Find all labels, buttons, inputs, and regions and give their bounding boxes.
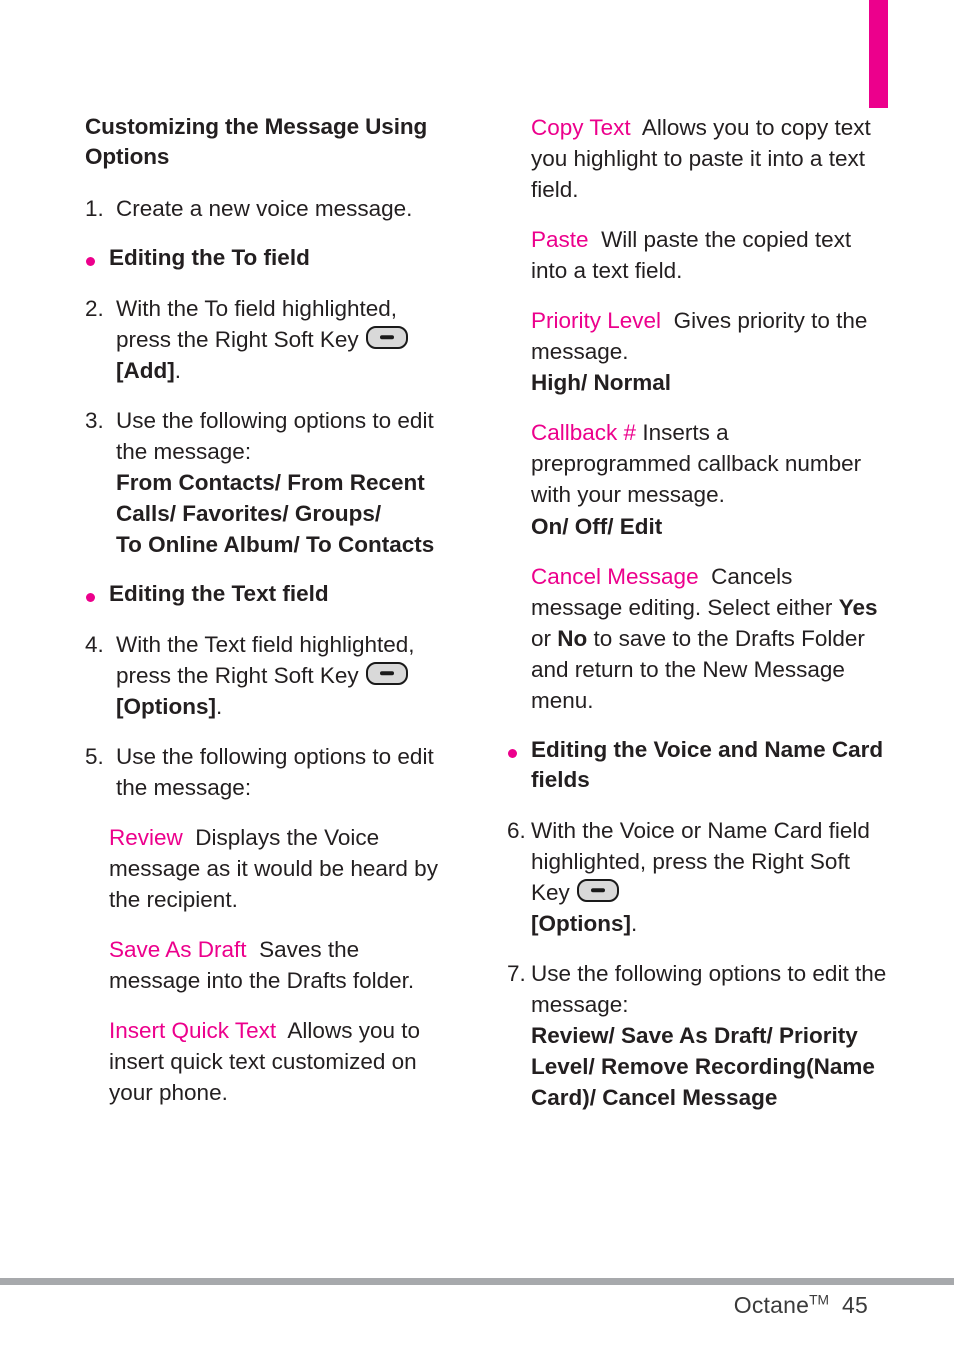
bullet-editing-to-field: Editing the To field [85,243,450,273]
option-insert-quick-text: Insert Quick Text Allows you to insert q… [85,1015,450,1108]
step-2-text: With the To field highlighted, press the… [116,295,398,352]
manual-page: Customizing the Message Using Options 1.… [0,0,954,1372]
step-6-period: . [630,910,638,936]
bullet-editing-to-field-label: Editing the To field [109,245,310,271]
product-name: Octane [733,1292,810,1318]
option-priority-level: Priority Level Gives priority to the mes… [507,305,887,398]
step-2-action-label: [Add] [116,357,175,383]
step-2-period: . [174,357,181,383]
step-3-text: Use the following options to edit the me… [116,407,434,464]
step-1-text: Create a new voice message. [116,196,413,222]
option-review-term: Review [109,824,183,850]
option-paste: Paste Will paste the copied text into a … [507,224,887,286]
right-soft-key-icon [365,661,408,685]
step-3-options-line-3: To Online Album/ To Contacts [116,532,435,558]
step-3: 3. Use the following options to edit the … [85,405,450,560]
left-column: Customizing the Message Using Options 1.… [85,112,450,1127]
page-number: 45 [842,1292,868,1318]
bullet-editing-text-field-label: Editing the Text field [109,581,329,607]
step-6: 6. With the Voice or Name Card field high… [507,815,887,939]
option-copy-text: Copy Text Allows you to copy text you hi… [507,112,887,205]
option-save-as-draft: Save As Draft Saves the message into the… [85,934,450,996]
option-cancel-message-or: or [531,625,552,651]
step-4: 4. With the Text field highlighted, press… [85,629,450,722]
step-2: 2. With the To field highlighted, press t… [85,293,450,386]
option-insert-quick-text-term: Insert Quick Text [109,1018,277,1044]
option-callback-number-term: Callback # [531,420,637,446]
step-5-text: Use the following options to edit the me… [116,743,434,800]
option-cancel-message-term: Cancel Message [531,563,699,589]
option-review: Review Displays the Voice message as it … [85,822,450,915]
bullet-editing-voice-name-card-fields: Editing the Voice and Name Card fields [507,735,887,796]
step-6-number: 6. [507,817,526,843]
option-callback-number-values: On/ Off/ Edit [531,513,663,539]
right-soft-key-icon [365,325,408,349]
bullet-dot-icon [508,748,517,758]
bullet-editing-text-field: Editing the Text field [85,579,450,609]
step-3-options-line-1: From Contacts/ From Recent [116,470,425,496]
step-1-number: 1. [85,196,104,222]
step-7-number: 7. [507,960,526,986]
step-4-action-label: [Options] [116,693,216,719]
step-7-text: Use the following options to edit the me… [531,960,887,1017]
option-cancel-message-no: No [557,625,588,651]
step-5: 5. Use the following options to edit the … [85,741,450,803]
option-save-as-draft-term: Save As Draft [109,936,247,962]
right-column: Copy Text Allows you to copy text you hi… [507,112,887,1132]
option-cancel-message: Cancel Message Cancels message editing. … [507,561,887,716]
trademark-symbol: TM [809,1292,830,1308]
page-title: Customizing the Message Using Options [85,114,428,169]
footer-divider [0,1278,954,1285]
option-callback-number: Callback # Inserts a preprogrammed callb… [507,417,887,541]
option-priority-level-term: Priority Level [531,308,662,334]
option-paste-term: Paste [531,227,589,253]
bullet-editing-voice-name-card-fields-label: Editing the Voice and Name Card fields [531,736,884,793]
step-7: 7. Use the following options to edit the … [507,958,887,1113]
step-1: 1. Create a new voice message. [85,193,450,224]
right-soft-key-icon [577,878,620,902]
step-3-number: 3. [85,407,104,433]
option-cancel-message-yes: Yes [838,594,878,620]
step-7-options-line-2: Level/ Remove Recording(Name [531,1053,875,1079]
option-copy-text-term: Copy Text [531,115,631,140]
bullet-dot-icon [86,593,95,603]
step-3-options-line-2: Calls/ Favorites/ Groups/ [116,501,382,527]
step-2-number: 2. [85,295,104,321]
step-7-options-line-1: Review/ Save As Draft/ Priority [531,1022,858,1048]
bullet-dot-icon [86,257,95,267]
step-4-number: 4. [85,631,104,657]
step-5-number: 5. [85,743,104,769]
section-tab-marker [869,0,888,108]
step-6-action-label: [Options] [531,910,631,936]
footer: OctaneTM 45 [734,1292,868,1319]
option-priority-level-values: High/ Normal [531,370,672,396]
step-7-options-line-3: Card)/ Cancel Message [531,1084,778,1110]
step-4-period: . [215,693,223,719]
